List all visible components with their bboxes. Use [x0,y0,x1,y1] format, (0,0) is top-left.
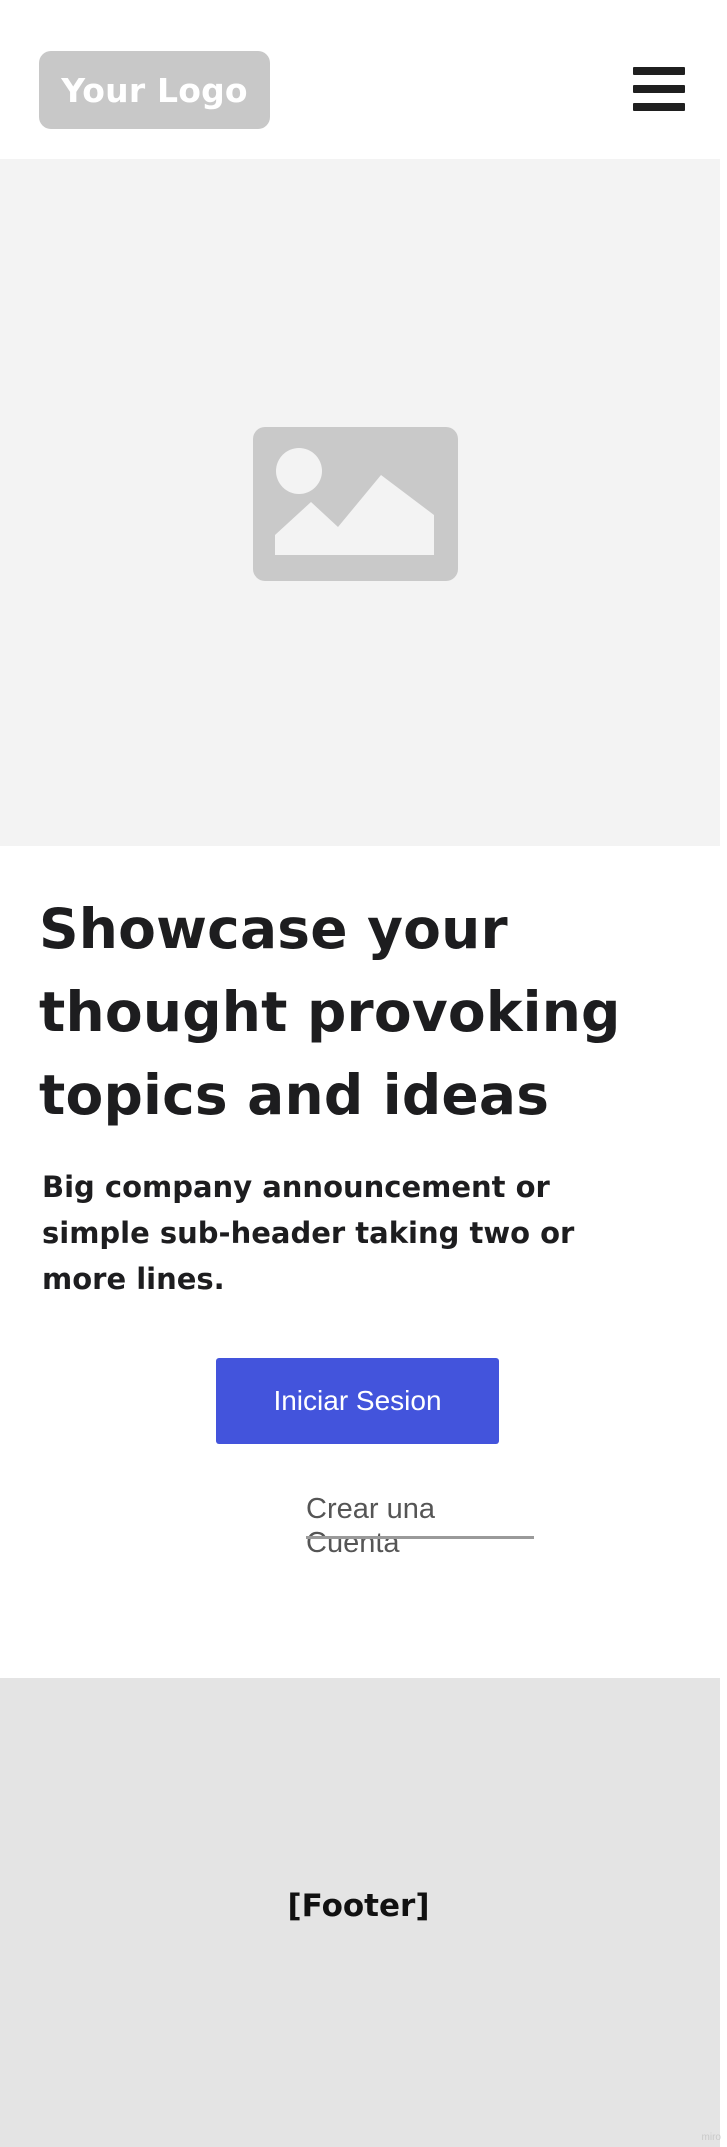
footer-label: [Footer] [287,1888,430,1924]
create-account-underline [306,1536,534,1539]
hero-image-area [0,159,720,846]
miro-watermark: miro [701,2132,721,2143]
create-account-label: Crear una Cuenta [306,1493,435,1559]
footer: [Footer] [0,1678,720,2147]
logo[interactable]: Your Logo [39,51,270,129]
login-button[interactable]: Iniciar Sesion [216,1358,499,1444]
menu-icon-bar-bottom [633,103,685,111]
menu-icon-bar-middle [633,85,685,93]
main-content: Showcase your thought provoking topics a… [0,846,720,1678]
sub-header: Big company announcement or simple sub-h… [42,1170,575,1296]
site-header: Your Logo [0,0,720,159]
create-account-link[interactable]: Crear una Cuenta [306,1492,536,1559]
menu-icon-bar-top [633,67,685,75]
page-title: Showcase your thought provoking topics a… [39,897,621,1127]
hamburger-menu-icon[interactable] [633,63,685,115]
image-placeholder-icon [253,427,458,581]
mobile-page: Your Logo Showcase your thought provokin… [0,0,720,2147]
